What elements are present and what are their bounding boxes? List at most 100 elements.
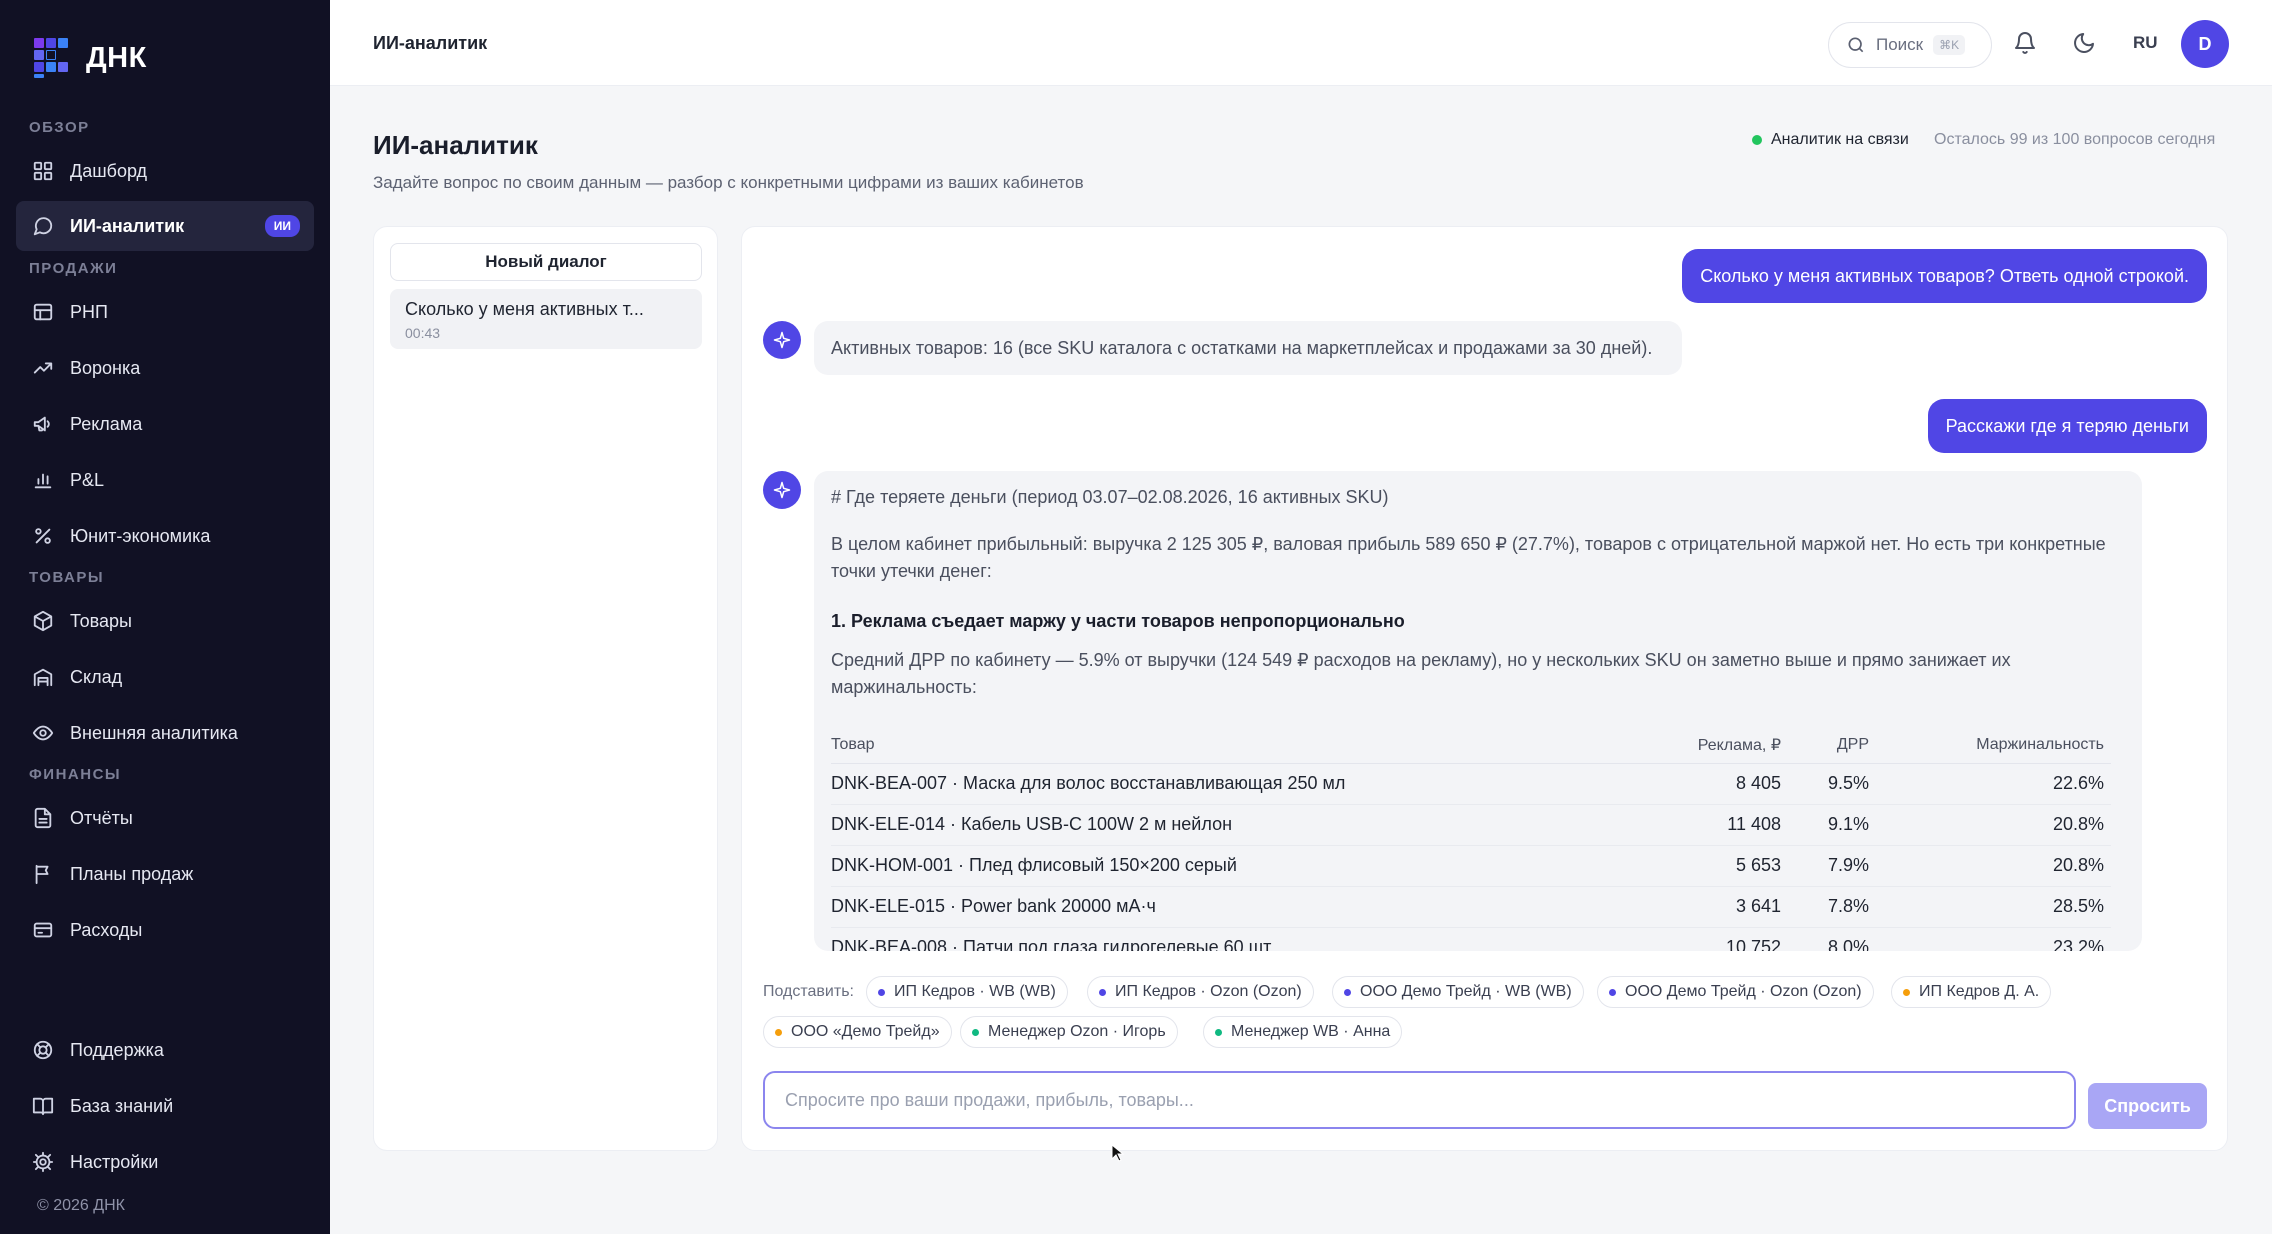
table-header-row: Товар Реклама, ₽ ДРР Маржинальность bbox=[831, 727, 2111, 764]
sidebar-item-settings[interactable]: Настройки bbox=[16, 1137, 314, 1187]
dot-icon bbox=[1609, 988, 1616, 996]
bell-icon bbox=[2015, 32, 2035, 54]
suggestion-chip[interactable]: ООО Демо Трейд · WB (WB) bbox=[1332, 976, 1584, 1008]
eye-icon bbox=[30, 720, 56, 746]
cell-product: DNK-HOM-001 · Плед флисовый 150×200 серы… bbox=[831, 845, 1661, 887]
suggestion-chip[interactable]: ИП Кедров · WB (WB) bbox=[866, 976, 1068, 1008]
file-icon bbox=[30, 805, 56, 831]
sidebar-item-products[interactable]: Товары bbox=[16, 596, 314, 646]
answer-paragraph: В целом кабинет прибыльный: выручка 2 12… bbox=[831, 534, 2106, 581]
sidebar-item-ai-analyst[interactable]: ИИ-аналитик ИИ bbox=[16, 201, 314, 251]
sidebar-item-rnp[interactable]: РНП bbox=[16, 287, 314, 337]
column-header-product: Товар bbox=[831, 727, 1661, 764]
sidebar-item-label: Настройки bbox=[70, 1151, 159, 1172]
sidebar-item-expenses[interactable]: Расходы bbox=[16, 905, 314, 955]
sidebar-item-label: РНП bbox=[70, 301, 108, 322]
dialogs-panel: Новый диалог Сколько у меня активных т..… bbox=[373, 226, 718, 1151]
sidebar-item-support[interactable]: Поддержка bbox=[16, 1025, 314, 1075]
online-dot-icon bbox=[1752, 135, 1762, 145]
avatar[interactable]: D bbox=[2181, 20, 2229, 68]
chip-label: ООО Демо Трейд · Ozon (Ozon) bbox=[1625, 983, 1862, 1000]
dot-icon bbox=[1215, 1028, 1222, 1036]
answer-paragraph: Средний ДРР по кабинету — 5.9% от выручк… bbox=[831, 650, 2011, 697]
table-row: DNK-BEA-007 · Маска для волос восстанавл… bbox=[831, 763, 2111, 805]
search-button[interactable]: Поиск ⌘K bbox=[1828, 22, 1992, 68]
sidebar-item-reports[interactable]: Отчёты bbox=[16, 793, 314, 843]
cell-drr: 7.8% bbox=[1781, 886, 1869, 928]
dot-icon bbox=[1344, 988, 1351, 996]
moon-icon bbox=[2074, 33, 2094, 53]
sidebar-item-external-analytics[interactable]: Внешняя аналитика bbox=[16, 708, 314, 758]
trending-up-icon bbox=[30, 355, 56, 381]
question-input[interactable] bbox=[763, 1071, 2076, 1129]
sidebar-item-knowledge-base[interactable]: База знаний bbox=[16, 1081, 314, 1131]
sidebar-item-ads[interactable]: Реклама bbox=[16, 399, 314, 449]
suggestion-chip[interactable]: ИП Кедров Д. А. bbox=[1891, 976, 2052, 1008]
ask-button[interactable]: Спросить bbox=[2088, 1083, 2207, 1129]
sidebar-item-label: ИИ-аналитик bbox=[70, 215, 185, 236]
assistant-message: Активных товаров: 16 (все SKU каталога с… bbox=[814, 321, 1682, 375]
sidebar-item-sales-plans[interactable]: Планы продаж bbox=[16, 849, 314, 899]
dot-icon bbox=[1099, 988, 1106, 996]
questions-quota: Осталось 99 из 100 вопросов сегодня bbox=[1934, 131, 2216, 148]
topbar: ИИ-аналитик Поиск ⌘K RU D bbox=[330, 0, 2272, 86]
suggestion-chip[interactable]: ООО «Демо Трейд» bbox=[763, 1016, 952, 1048]
chip-label: ООО «Демо Трейд» bbox=[791, 1023, 940, 1040]
sidebar: ДНК ОБЗОР Дашборд ИИ-аналитик ИИ ПРОДАЖИ… bbox=[0, 0, 330, 1234]
percent-icon bbox=[30, 523, 56, 549]
cell-drr: 7.9% bbox=[1781, 845, 1869, 887]
chat-panel: Сколько у меня активных товаров? Ответь … bbox=[741, 226, 2228, 1151]
brand[interactable]: ДНК bbox=[34, 38, 147, 78]
dialog-list-item[interactable]: Сколько у меня активных т... 00:43 bbox=[390, 289, 702, 349]
answer-heading: # Где теряете деньги (период 03.07–02.08… bbox=[831, 487, 1389, 507]
user-message: Расскажи где я теряю деньги bbox=[1927, 399, 2207, 453]
sidebar-item-pnl[interactable]: P&L bbox=[16, 455, 314, 505]
suggestion-chip[interactable]: Менеджер Ozon · Игорь bbox=[960, 1016, 1178, 1048]
search-label: Поиск bbox=[1876, 35, 1924, 54]
section-goods: ТОВАРЫ bbox=[29, 569, 105, 586]
flag-icon bbox=[30, 861, 56, 887]
suggestion-chip[interactable]: ИП Кедров · Ozon (Ozon) bbox=[1087, 976, 1314, 1008]
sidebar-item-label: Дашборд bbox=[70, 160, 148, 181]
cell-drr: 8.0% bbox=[1781, 927, 1869, 951]
chip-label: Менеджер WB · Анна bbox=[1231, 1023, 1391, 1040]
sidebar-item-label: Отчёты bbox=[70, 807, 133, 828]
sidebar-item-label: Воронка bbox=[70, 357, 141, 378]
gear-icon bbox=[30, 1149, 56, 1175]
lifebuoy-icon bbox=[30, 1037, 56, 1063]
ai-badge: ИИ bbox=[264, 215, 300, 237]
assistant-avatar bbox=[763, 321, 801, 359]
sidebar-item-dashboard[interactable]: Дашборд bbox=[16, 146, 314, 196]
notifications-button[interactable] bbox=[2010, 28, 2040, 58]
new-dialog-button[interactable]: Новый диалог bbox=[390, 243, 702, 281]
cell-ads: 3 641 bbox=[1661, 886, 1781, 928]
sidebar-item-label: Планы продаж bbox=[70, 863, 194, 884]
table-row: DNK-ELE-014 · Кабель USB-C 100W 2 м нейл… bbox=[831, 804, 2111, 846]
cell-drr: 9.5% bbox=[1781, 763, 1869, 805]
cell-product: DNK-ELE-014 · Кабель USB-C 100W 2 м нейл… bbox=[831, 804, 1661, 846]
cell-margin: 22.6% bbox=[1869, 763, 2111, 805]
cell-ads: 10 752 bbox=[1661, 927, 1781, 951]
chip-label: ИП Кедров Д. А. bbox=[1919, 983, 2040, 1000]
suggestion-chip[interactable]: ООО Демо Трейд · Ozon (Ozon) bbox=[1597, 976, 1874, 1008]
suggestion-chip[interactable]: Менеджер WB · Анна bbox=[1203, 1016, 1403, 1048]
sidebar-item-unit-economics[interactable]: Юнит-экономика bbox=[16, 511, 314, 561]
ad-spend-table: Товар Реклама, ₽ ДРР Маржинальность DNK-… bbox=[831, 727, 2111, 951]
language-switch[interactable]: RU bbox=[2133, 33, 2158, 53]
dot-icon bbox=[1903, 988, 1910, 996]
sparkle-icon bbox=[773, 481, 791, 499]
cell-margin: 23.2% bbox=[1869, 927, 2111, 951]
dot-icon bbox=[972, 1028, 979, 1036]
book-icon bbox=[30, 1093, 56, 1119]
sidebar-item-label: Расходы bbox=[70, 919, 143, 940]
box-icon bbox=[30, 608, 56, 634]
sidebar-item-warehouse[interactable]: Склад bbox=[16, 652, 314, 702]
theme-toggle-button[interactable] bbox=[2069, 28, 2099, 58]
page-title: ИИ-аналитик bbox=[373, 130, 538, 160]
sidebar-item-funnel[interactable]: Воронка bbox=[16, 343, 314, 393]
section-finance: ФИНАНСЫ bbox=[29, 766, 122, 783]
sidebar-item-label: Товары bbox=[70, 610, 132, 631]
section-sales: ПРОДАЖИ bbox=[29, 260, 118, 277]
sidebar-item-label: P&L bbox=[70, 469, 105, 490]
search-icon bbox=[1848, 37, 1864, 53]
